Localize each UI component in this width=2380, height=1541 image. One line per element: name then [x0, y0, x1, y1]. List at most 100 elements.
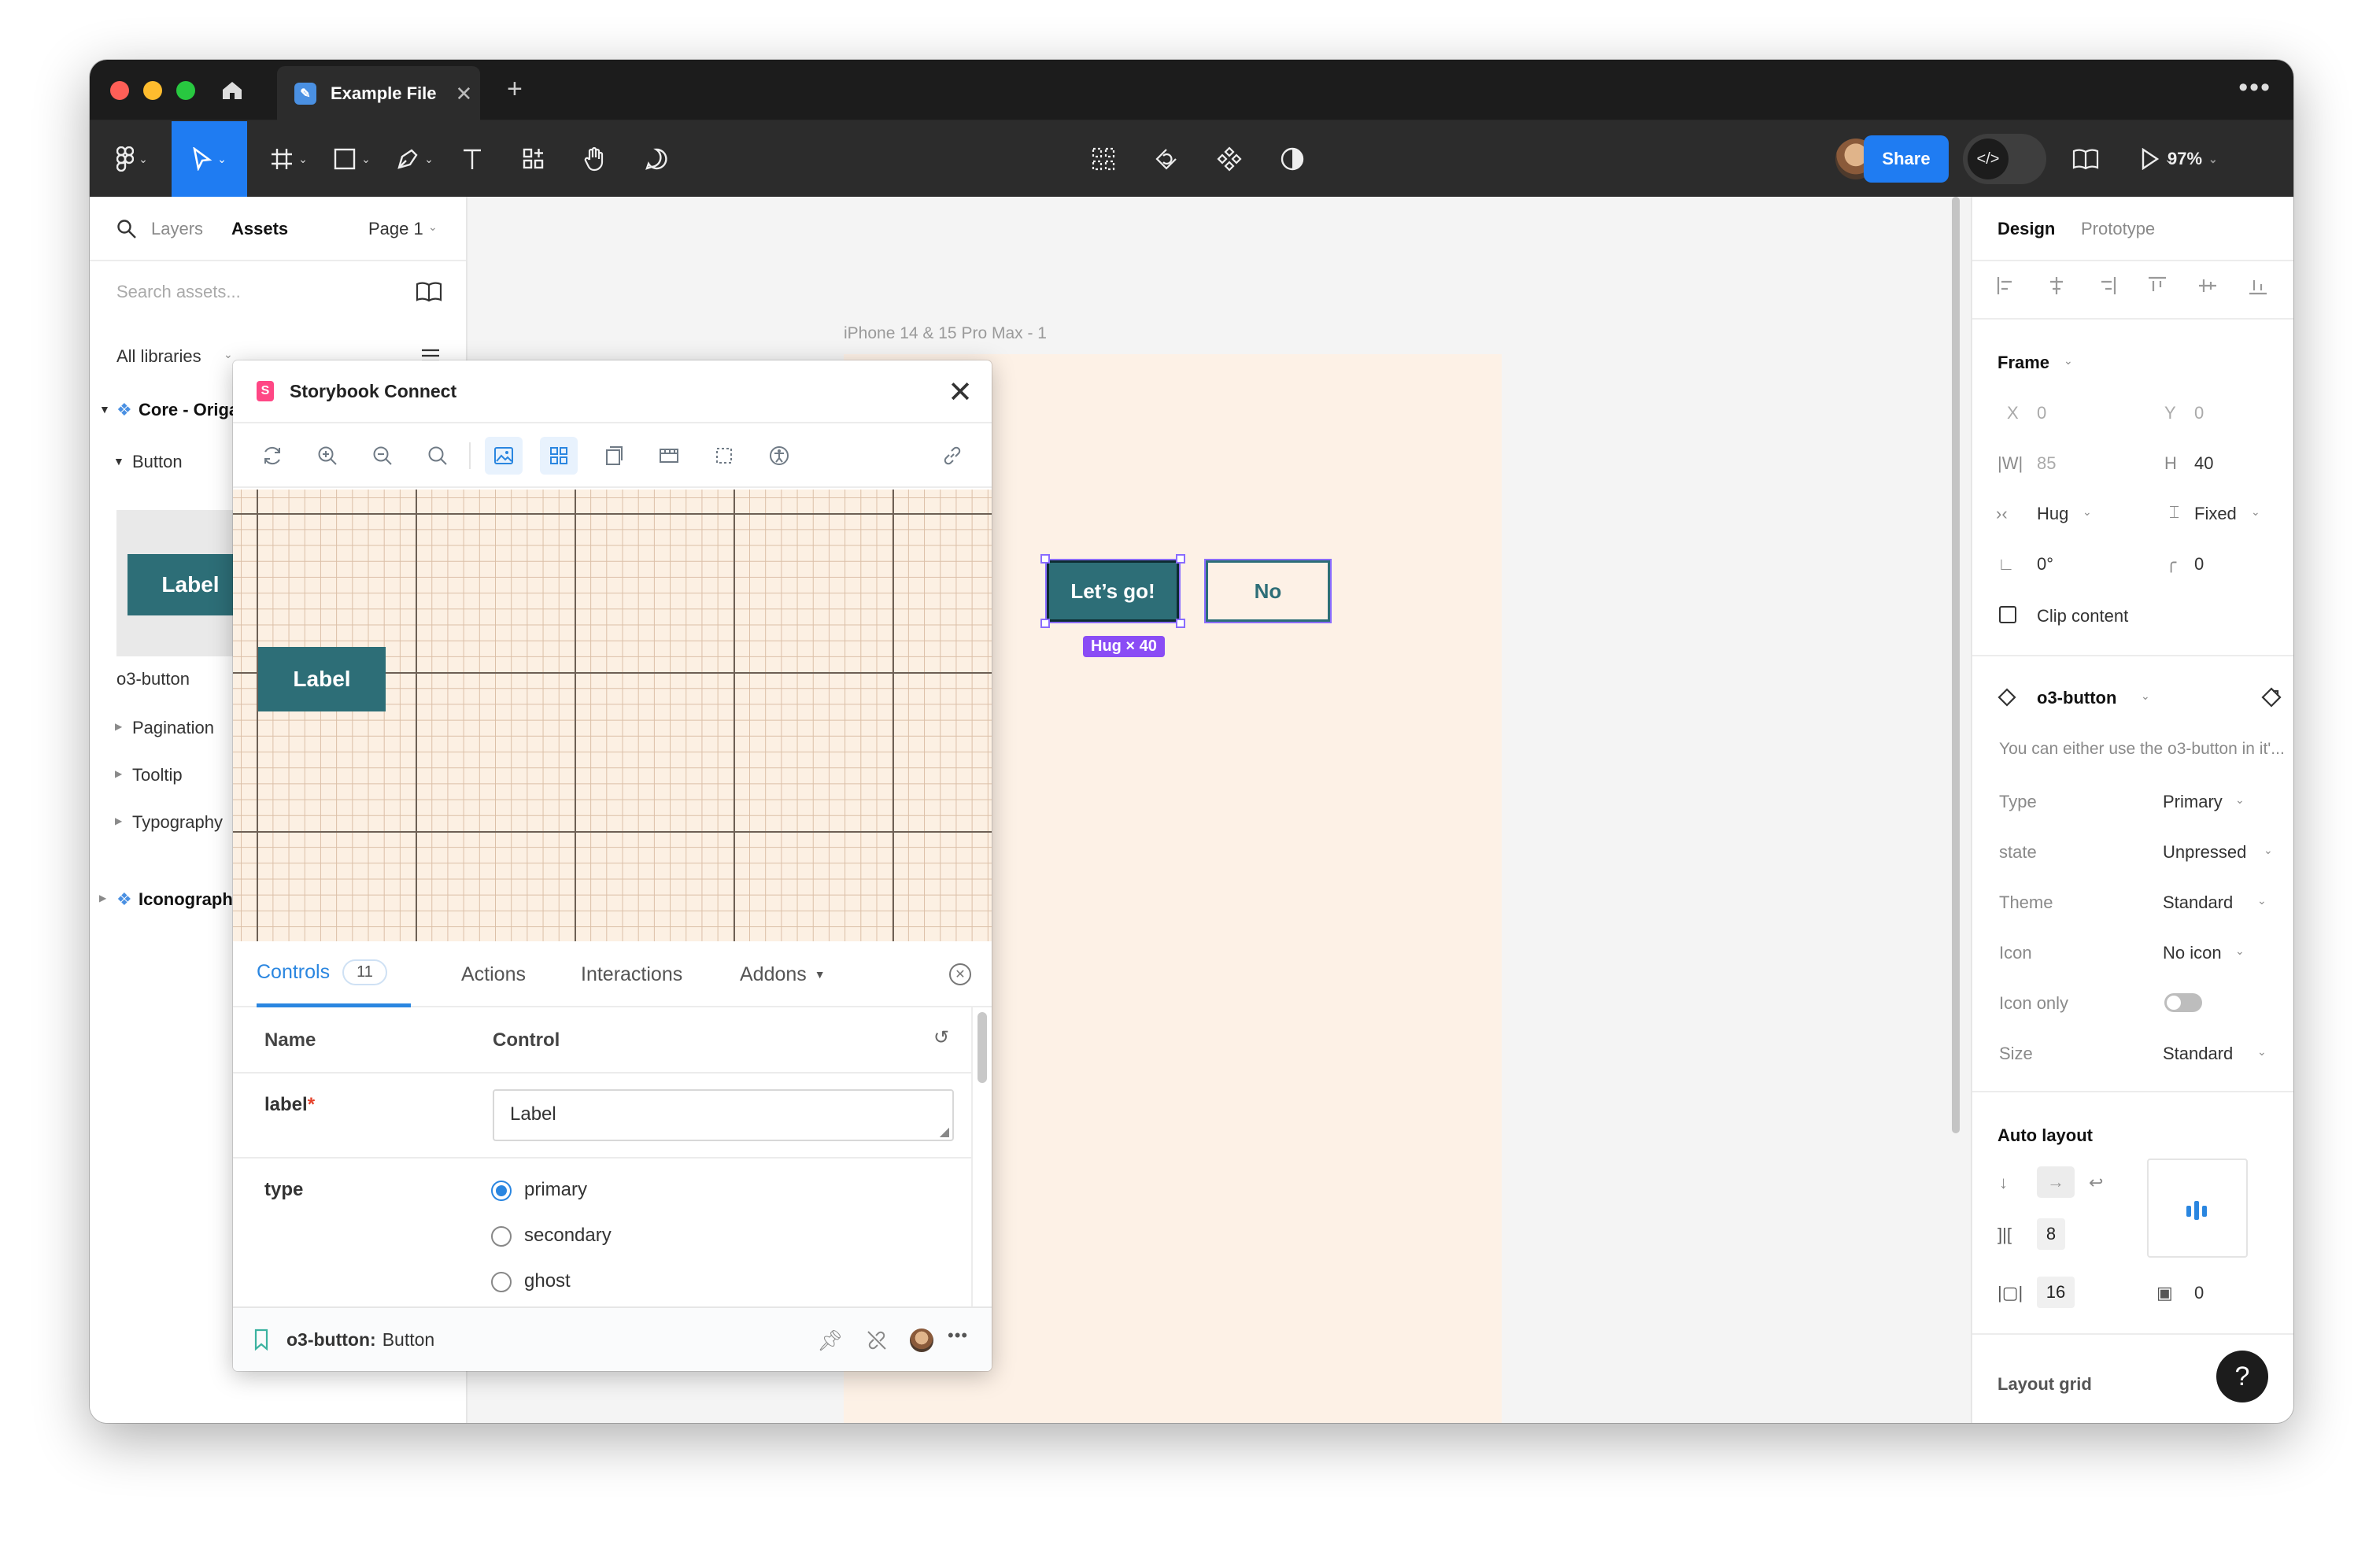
tab-prototype[interactable]: Prototype [2081, 219, 2155, 239]
close-tab-icon[interactable]: ✕ [456, 82, 473, 106]
canvas-scrollbar[interactable] [1952, 197, 1960, 1133]
unlink-icon[interactable] [866, 1329, 888, 1351]
go-to-main-component-icon[interactable] [2260, 686, 2282, 708]
frame-tool-button[interactable]: ⌄ [261, 121, 316, 197]
no-button[interactable]: No [1204, 559, 1332, 623]
background-icon[interactable] [485, 437, 523, 475]
padding-v-input[interactable]: 0 [2194, 1283, 2204, 1303]
expand-tooltip-icon[interactable]: ▶ [115, 768, 122, 779]
section-typography[interactable]: Typography [132, 812, 223, 833]
preview-button[interactable]: Label [258, 647, 386, 711]
share-button[interactable]: Share [1864, 135, 1949, 183]
prop-theme-select[interactable]: Standard [2163, 892, 2233, 913]
zoom-in-icon[interactable] [309, 437, 346, 475]
close-window-button[interactable] [110, 81, 129, 100]
padding-h-input[interactable]: 16 [2037, 1277, 2075, 1308]
corner-radius-input[interactable]: 0 [2194, 554, 2204, 575]
radio-ghost-label[interactable]: ghost [524, 1270, 571, 1292]
libraries-filter[interactable]: All libraries [116, 346, 201, 367]
pin-icon[interactable]: 📌︎ [817, 1329, 843, 1353]
tab-actions[interactable]: Actions [461, 941, 526, 1007]
clip-content-checkbox[interactable] [1999, 606, 2016, 623]
label-text-input[interactable]: Label ◢ [493, 1089, 954, 1141]
create-component-button[interactable] [1207, 121, 1251, 197]
prop-type-select[interactable]: Primary [2163, 792, 2223, 812]
contrast-button[interactable] [1270, 121, 1314, 197]
resources-tool-button[interactable] [512, 121, 556, 197]
search-assets-input[interactable]: Search assets... [116, 282, 241, 302]
horizontal-resizing-select[interactable]: Hug [2037, 504, 2068, 524]
size-chevron-icon[interactable]: ⌄ [2257, 1045, 2267, 1059]
main-menu-button[interactable]: ⌄ [107, 121, 157, 197]
outline-icon[interactable] [705, 437, 743, 475]
tab-design[interactable]: Design [1998, 219, 2055, 239]
resize-handle-bl[interactable] [1040, 619, 1050, 628]
y-input[interactable]: 0 [2194, 403, 2204, 423]
state-chevron-icon[interactable]: ⌄ [2264, 844, 2273, 857]
gap-input[interactable]: 8 [2037, 1218, 2065, 1250]
dev-mode-toggle[interactable]: </> [1963, 134, 2046, 184]
collapse-button-icon[interactable]: ▼ [113, 455, 124, 467]
alignment-grid[interactable] [2147, 1159, 2248, 1258]
reload-icon[interactable] [253, 437, 291, 475]
library-book-icon[interactable] [416, 282, 442, 302]
section-tooltip[interactable]: Tooltip [132, 765, 183, 785]
close-addons-icon[interactable]: ✕ [949, 963, 971, 985]
footer-more-icon[interactable]: ••• [948, 1325, 968, 1346]
radio-primary[interactable] [491, 1181, 512, 1201]
expand-pagination-icon[interactable]: ▶ [115, 721, 122, 732]
search-icon[interactable] [116, 219, 137, 239]
story-preview[interactable]: Label [233, 490, 992, 941]
tab-addons[interactable]: Addons ▼ [740, 941, 826, 1007]
move-tool-button[interactable]: ⌄ [172, 121, 247, 197]
zoom-reset-icon[interactable] [419, 437, 456, 475]
radio-primary-label[interactable]: primary [524, 1179, 587, 1201]
instance-chevron-icon[interactable]: ⌄ [2141, 689, 2150, 703]
file-tab[interactable]: ✎ Example File ✕ [277, 66, 480, 121]
tab-interactions[interactable]: Interactions [581, 941, 682, 1007]
pen-tool-button[interactable]: ⌄ [387, 121, 442, 197]
w-input[interactable]: 85 [2037, 453, 2056, 474]
direction-wrap-icon[interactable]: ↩ [2089, 1173, 2103, 1193]
minimize-window-button[interactable] [143, 81, 162, 100]
frame-label[interactable]: iPhone 14 & 15 Pro Max - 1 [844, 324, 1047, 343]
chevron-down-icon[interactable]: ⌄ [428, 220, 438, 234]
link-icon[interactable] [933, 437, 971, 475]
expand-iconography-icon[interactable]: ▶ [99, 892, 106, 904]
align-bottom-icon[interactable] [2248, 275, 2268, 296]
libraries-chevron-icon[interactable]: ⌄ [224, 348, 233, 361]
reset-controls-icon[interactable]: ↺ [933, 1026, 949, 1049]
align-right-icon[interactable] [2097, 275, 2117, 296]
theme-chevron-icon[interactable]: ⌄ [2257, 894, 2267, 907]
reset-instance-button[interactable] [1144, 121, 1188, 197]
home-icon[interactable] [214, 72, 250, 109]
direction-horizontal-icon[interactable]: → [2037, 1166, 2075, 1198]
collapse-core-icon[interactable]: ▼ [99, 403, 110, 416]
align-center-h-icon[interactable] [2046, 275, 2067, 296]
more-icon[interactable]: ••• [2238, 72, 2271, 103]
align-left-icon[interactable] [1996, 275, 2016, 296]
x-input[interactable]: 0 [2037, 403, 2046, 423]
library-button[interactable] [2064, 121, 2108, 197]
align-center-v-icon[interactable] [2197, 275, 2218, 296]
zoom-out-icon[interactable] [364, 437, 401, 475]
resize-handle-br[interactable] [1176, 619, 1185, 628]
zoom-menu[interactable]: 97% ⌄ [2168, 121, 2218, 197]
align-top-icon[interactable] [2147, 275, 2168, 296]
text-tool-button[interactable] [450, 121, 494, 197]
accessibility-icon[interactable] [760, 437, 798, 475]
radio-secondary-label[interactable]: secondary [524, 1225, 612, 1247]
tab-controls[interactable]: Controls 11 [257, 941, 411, 1007]
direction-vertical-icon[interactable]: ↓ [1999, 1173, 2008, 1193]
radio-ghost[interactable] [491, 1272, 512, 1292]
prop-icon-select[interactable]: No icon [2163, 943, 2222, 963]
rotation-input[interactable]: 0° [2037, 554, 2053, 575]
frame-section-title[interactable]: Frame [1998, 353, 2049, 373]
component-grid-button[interactable] [1081, 121, 1125, 197]
section-button[interactable]: Button [132, 452, 183, 472]
tab-layers[interactable]: Layers [151, 219, 203, 239]
help-button[interactable]: ? [2216, 1351, 2268, 1402]
grid-icon[interactable] [540, 437, 578, 475]
new-tab-icon[interactable]: + [507, 74, 523, 105]
prop-size-select[interactable]: Standard [2163, 1044, 2233, 1064]
